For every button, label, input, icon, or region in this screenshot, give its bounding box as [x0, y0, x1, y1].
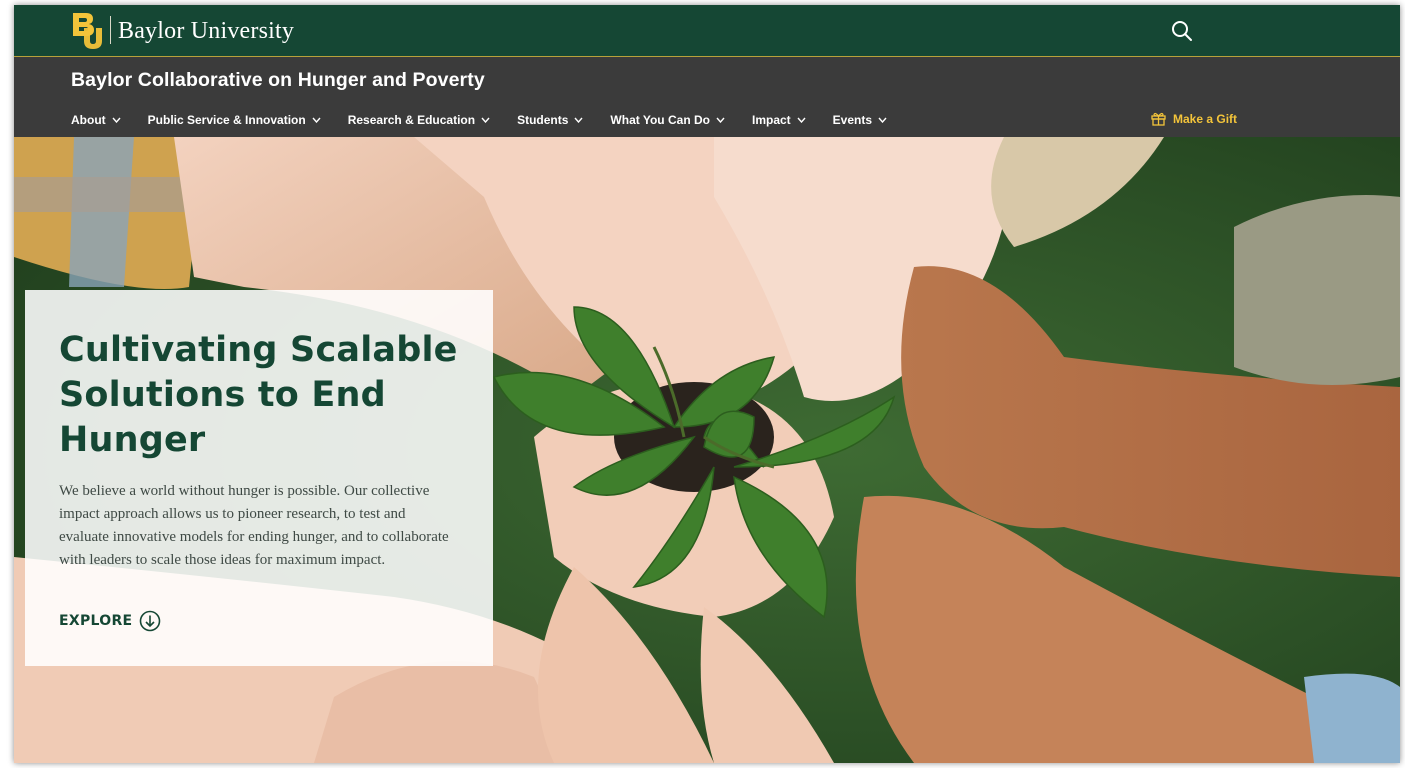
- explore-label: EXPLORE: [59, 613, 133, 629]
- nav-item-label: Events: [832, 113, 873, 127]
- nav-item-about[interactable]: About: [71, 113, 121, 127]
- hero-section: Cultivating Scalable Solutions to End Hu…: [14, 137, 1400, 763]
- nav-item-students[interactable]: Students: [517, 113, 583, 127]
- chevron-down-icon: [797, 117, 806, 123]
- baylor-logo-icon[interactable]: [70, 10, 104, 50]
- chevron-down-icon: [112, 117, 121, 123]
- nav-item-label: Public Service & Innovation: [147, 113, 306, 127]
- chevron-down-icon: [481, 117, 490, 123]
- nav-item-label: What You Can Do: [610, 113, 710, 127]
- make-a-gift-link[interactable]: Make a Gift: [1151, 112, 1237, 126]
- hero-title: Cultivating Scalable Solutions to End Hu…: [59, 330, 458, 460]
- chevron-down-icon: [312, 117, 321, 123]
- main-nav: About Public Service & Innovation Resear…: [71, 111, 914, 129]
- chevron-down-icon: [574, 117, 583, 123]
- nav-item-label: About: [71, 113, 106, 127]
- nav-item-research-education[interactable]: Research & Education: [348, 113, 490, 127]
- nav-item-label: Students: [517, 113, 569, 127]
- search-icon[interactable]: [1170, 19, 1194, 43]
- nav-item-impact[interactable]: Impact: [752, 113, 806, 127]
- nav-item-events[interactable]: Events: [833, 113, 887, 127]
- nav-item-label: Impact: [751, 113, 791, 127]
- site-title[interactable]: Baylor Collaborative on Hunger and Pover…: [71, 69, 485, 92]
- explore-button[interactable]: EXPLORE: [59, 610, 161, 632]
- chevron-down-icon: [716, 117, 725, 123]
- browser-viewport: Baylor University Baylor Collaborative o…: [14, 5, 1400, 763]
- site-header: Baylor Collaborative on Hunger and Pover…: [14, 57, 1400, 137]
- nav-item-what-you-can-do[interactable]: What You Can Do: [610, 113, 725, 127]
- hero-card: Cultivating Scalable Solutions to End Hu…: [25, 290, 493, 666]
- gift-icon: [1151, 112, 1166, 126]
- university-brand-bar: Baylor University: [14, 5, 1400, 57]
- hero-body: We believe a world without hunger is pos…: [59, 483, 449, 568]
- chevron-down-icon: [878, 117, 887, 123]
- gift-label: Make a Gift: [1173, 112, 1238, 126]
- university-name[interactable]: Baylor University: [118, 18, 294, 45]
- arrow-down-circle-icon: [140, 610, 161, 632]
- nav-item-label: Research & Education: [347, 113, 476, 127]
- logo-divider: [110, 16, 111, 44]
- nav-item-public-service[interactable]: Public Service & Innovation: [148, 113, 321, 127]
